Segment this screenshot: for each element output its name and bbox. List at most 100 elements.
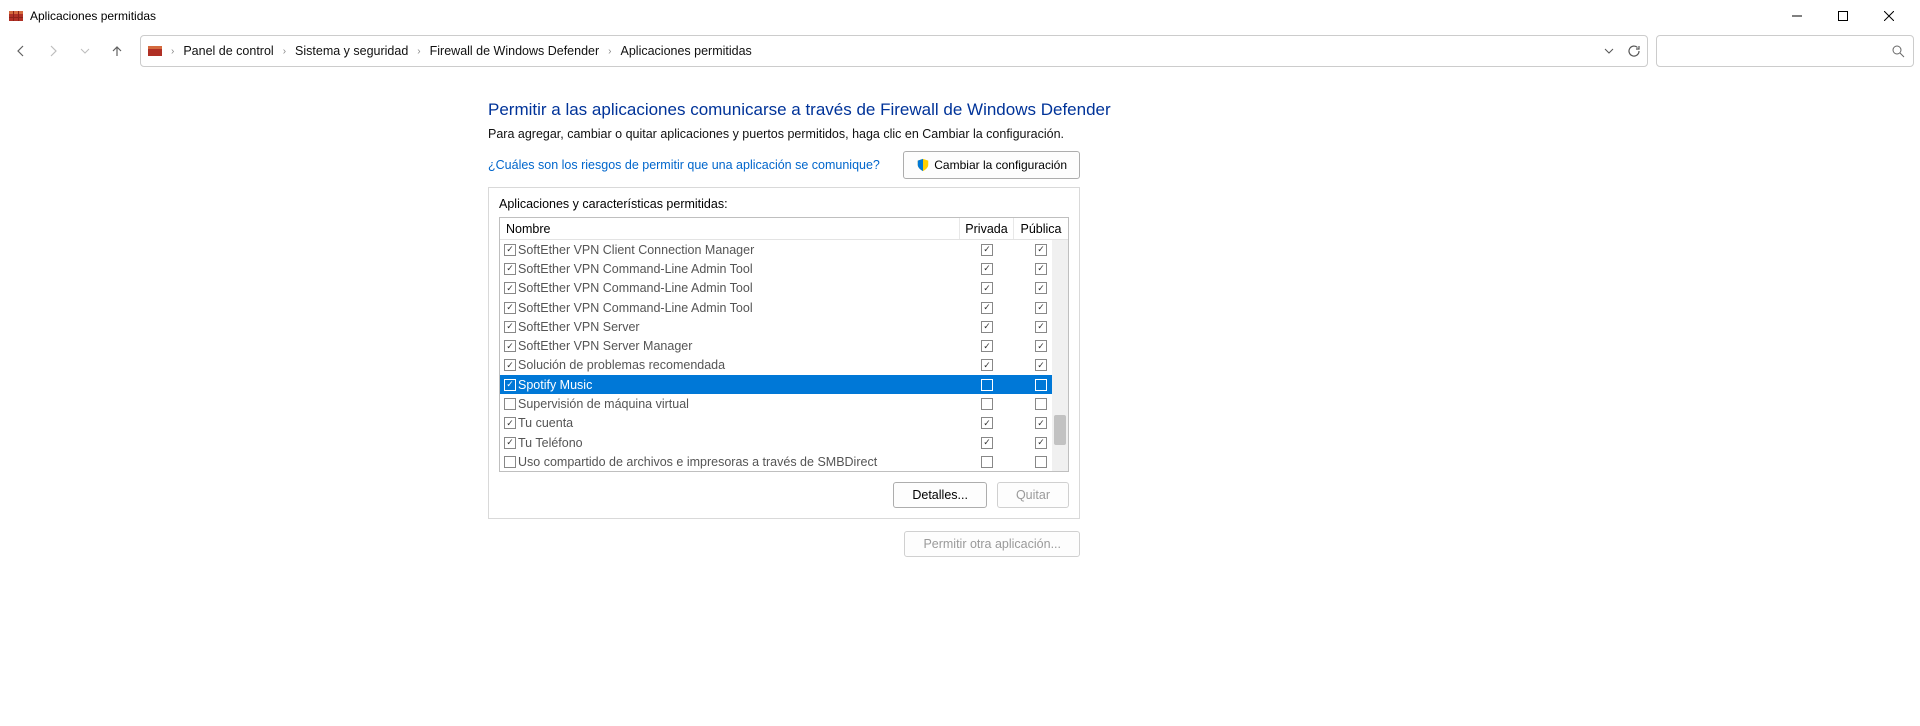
enable-checkbox[interactable] [504,379,516,391]
public-checkbox[interactable] [1035,340,1047,352]
public-checkbox[interactable] [1035,282,1047,294]
private-checkbox[interactable] [981,379,993,391]
enable-checkbox[interactable] [504,321,516,333]
maximize-button[interactable] [1820,0,1866,32]
app-name: Tu Teléfono [518,436,583,450]
private-checkbox[interactable] [981,417,993,429]
page-heading: Permitir a las aplicaciones comunicarse … [488,100,1920,120]
table-row[interactable]: SoftEther VPN Client Connection Manager [500,240,1068,259]
allowed-apps-panel: Aplicaciones y características permitida… [488,187,1080,519]
titlebar: Aplicaciones permitidas [0,0,1920,32]
public-checkbox[interactable] [1035,456,1047,468]
app-name: Supervisión de máquina virtual [518,397,689,411]
panel-label: Aplicaciones y características permitida… [499,197,1069,211]
public-checkbox[interactable] [1035,398,1047,410]
private-checkbox[interactable] [981,456,993,468]
allow-another-button: Permitir otra aplicación... [904,531,1080,557]
apps-list[interactable]: Nombre Privada Pública SoftEther VPN Cli… [499,217,1069,472]
private-checkbox[interactable] [981,321,993,333]
table-row[interactable]: Solución de problemas recomendada [500,356,1068,375]
enable-checkbox[interactable] [504,244,516,256]
app-name: Tu cuenta [518,416,573,430]
search-box[interactable] [1656,35,1914,67]
col-header-name[interactable]: Nombre [500,218,960,239]
breadcrumb-current: Aplicaciones permitidas [620,42,753,60]
public-checkbox[interactable] [1035,417,1047,429]
private-checkbox[interactable] [981,302,993,314]
breadcrumb-item[interactable]: Sistema y seguridad [294,42,409,60]
control-panel-icon [147,43,163,59]
risks-link[interactable]: ¿Cuáles son los riesgos de permitir que … [488,158,880,172]
close-button[interactable] [1866,0,1912,32]
change-settings-button[interactable]: Cambiar la configuración [903,151,1080,179]
public-checkbox[interactable] [1035,359,1047,371]
enable-checkbox[interactable] [504,263,516,275]
app-name: Uso compartido de archivos e impresoras … [518,455,877,469]
app-name: SoftEther VPN Client Connection Manager [518,243,754,257]
window-title: Aplicaciones permitidas [30,9,156,23]
public-checkbox[interactable] [1035,263,1047,275]
breadcrumb-item[interactable]: Panel de control [182,42,274,60]
app-name: SoftEther VPN Command-Line Admin Tool [518,281,753,295]
public-checkbox[interactable] [1035,302,1047,314]
table-row[interactable]: SoftEther VPN Server Manager [500,336,1068,355]
page-subtext: Para agregar, cambiar o quitar aplicacio… [488,127,1920,141]
app-name: SoftEther VPN Server Manager [518,339,692,353]
enable-checkbox[interactable] [504,359,516,371]
chevron-icon: › [606,46,613,57]
table-row[interactable]: Supervisión de máquina virtual [500,394,1068,413]
table-row[interactable]: SoftEther VPN Server [500,317,1068,336]
refresh-icon[interactable] [1627,44,1641,58]
address-bar[interactable]: › Panel de control › Sistema y seguridad… [140,35,1648,67]
table-row[interactable]: SoftEther VPN Command-Line Admin Tool [500,259,1068,278]
private-checkbox[interactable] [981,340,993,352]
enable-checkbox[interactable] [504,417,516,429]
table-row[interactable]: SoftEther VPN Command-Line Admin Tool [500,279,1068,298]
remove-button: Quitar [997,482,1069,508]
public-checkbox[interactable] [1035,379,1047,391]
scrollbar[interactable] [1052,240,1068,471]
app-name: SoftEther VPN Command-Line Admin Tool [518,262,753,276]
col-header-public[interactable]: Pública [1014,218,1068,239]
chevron-icon: › [169,46,176,57]
enable-checkbox[interactable] [504,340,516,352]
firewall-icon [8,8,24,24]
chevron-icon: › [415,46,422,57]
enable-checkbox[interactable] [504,437,516,449]
app-name: Solución de problemas recomendada [518,358,725,372]
change-settings-label: Cambiar la configuración [934,158,1067,172]
enable-checkbox[interactable] [504,398,516,410]
private-checkbox[interactable] [981,437,993,449]
search-input[interactable] [1665,44,1891,58]
chevron-down-icon[interactable] [1603,45,1615,57]
chevron-icon: › [281,46,288,57]
enable-checkbox[interactable] [504,282,516,294]
private-checkbox[interactable] [981,359,993,371]
scrollbar-thumb[interactable] [1054,415,1066,445]
minimize-button[interactable] [1774,0,1820,32]
breadcrumb-item[interactable]: Firewall de Windows Defender [429,42,601,60]
enable-checkbox[interactable] [504,302,516,314]
public-checkbox[interactable] [1035,321,1047,333]
forward-button[interactable] [38,36,68,66]
enable-checkbox[interactable] [504,456,516,468]
private-checkbox[interactable] [981,398,993,410]
up-button[interactable] [102,36,132,66]
table-row[interactable]: SoftEther VPN Command-Line Admin Tool [500,298,1068,317]
toolbar: › Panel de control › Sistema y seguridad… [0,32,1920,70]
search-icon [1891,44,1905,58]
public-checkbox[interactable] [1035,244,1047,256]
table-row[interactable]: Tu cuenta [500,414,1068,433]
table-row[interactable]: Tu Teléfono [500,433,1068,452]
back-button[interactable] [6,36,36,66]
table-row[interactable]: Uso compartido de archivos e impresoras … [500,452,1068,471]
col-header-private[interactable]: Privada [960,218,1014,239]
private-checkbox[interactable] [981,263,993,275]
recent-dropdown-button[interactable] [70,36,100,66]
public-checkbox[interactable] [1035,437,1047,449]
private-checkbox[interactable] [981,282,993,294]
details-button[interactable]: Detalles... [893,482,987,508]
app-name: SoftEther VPN Server [518,320,640,334]
table-row[interactable]: Spotify Music [500,375,1068,394]
private-checkbox[interactable] [981,244,993,256]
